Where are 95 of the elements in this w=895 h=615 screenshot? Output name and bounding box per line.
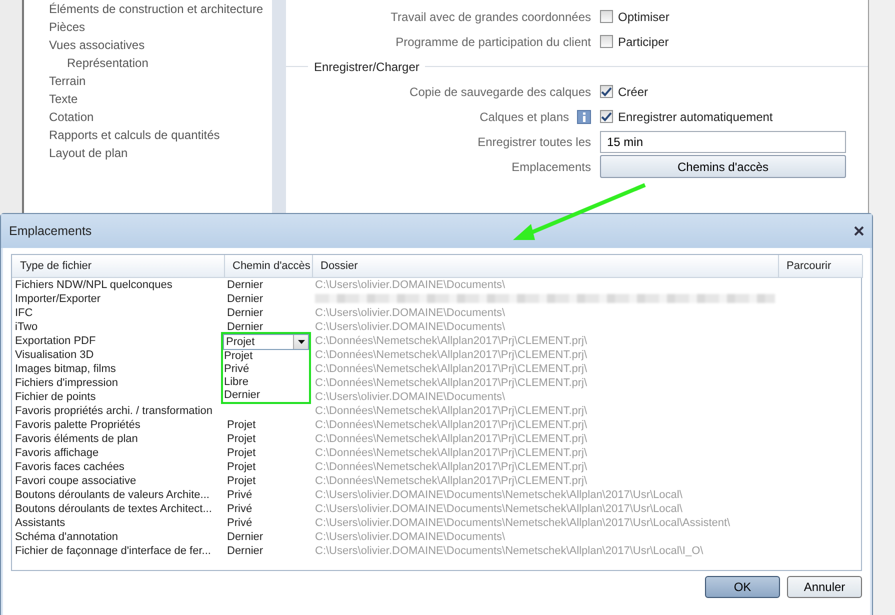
checkbox[interactable] (600, 110, 613, 123)
table-cell-text: Dernier (226, 320, 264, 334)
table-cell-text: Favoris éléments de plan (14, 432, 139, 446)
table-cell-text: Favoris affichage (14, 446, 100, 460)
tree-item[interactable]: Cotation (49, 108, 272, 126)
table-cell-text: Favoris faces cachées (14, 460, 126, 474)
table-cell-text: Favori coupe associative (14, 474, 138, 488)
cancel-button[interactable]: Annuler (787, 576, 862, 598)
tree-item[interactable]: Layout de plan (49, 144, 272, 162)
table-cell-text: Assistants (14, 516, 66, 530)
table-cell: C:\Users\olivier.DOMAINE\Documents\ (312, 277, 862, 292)
table-cell: Fichiers NDW/NPL quelconques (12, 277, 224, 292)
setting-label: Travail avec de grandes coordonnées (390, 8, 591, 26)
dropdown-field[interactable]: Projet (223, 334, 309, 350)
group-heading: Enregistrer/Charger (314, 58, 420, 76)
table-cell-text: C:\Users\olivier.DOMAINE\Documents\ (314, 320, 506, 334)
table-cell-text: C:\Données\Nemetschek\Allplan2017\Prj\CLEMENT.prj\ (314, 376, 588, 390)
column-header[interactable]: Dossier (312, 255, 778, 277)
table-cell-text: C:\Données\Nemetschek\Allplan2017\Prj\CLEMENT.prj\ (314, 432, 588, 446)
table-cell-text: Fichier de façonnage d'interface de fer... (14, 544, 212, 558)
table-cell-text: iTwo (14, 320, 39, 334)
column-header[interactable]: Parcourir (778, 255, 862, 277)
setting-label: Emplacements (512, 158, 591, 176)
table-cell-text: C:\Users\olivier.DOMAINE\Documents\Nemetschek\Allplan\2017\Usr\Local\ (314, 488, 684, 502)
checkbox-label[interactable]: Créer (618, 82, 648, 100)
tree-item[interactable]: Pièces (49, 18, 272, 36)
table-cell-text: Fichiers d'impression (14, 376, 119, 390)
table-cell-text: C:\Données\Nemetschek\Allplan2017\Prj\CLEMENT.prj\ (314, 404, 588, 418)
table-cell-text: C:\Données\Nemetschek\Allplan2017\Prj\CLEMENT.prj\ (314, 446, 588, 460)
tree-item[interactable]: Texte (49, 90, 272, 108)
ok-button[interactable]: OK (705, 576, 780, 598)
table-cell-text: Projet (226, 418, 257, 432)
checkbox-label[interactable]: Enregistrer automatiquement (618, 108, 773, 126)
table-cell-text: C:\Users\olivier.DOMAINE\Documents\Nemetschek\Allplan\2017\Usr\Local\ (314, 502, 684, 516)
table-cell-text: Projet (226, 432, 257, 446)
tree-item[interactable]: Représentation (49, 54, 272, 72)
column-header[interactable]: Type de fichier (12, 255, 224, 277)
dropdown-value: Projet (226, 334, 255, 348)
table-cell-text: C:\Users\olivier.DOMAINE\Documents\Nemetschek\Allplan\2017\Usr\Local\Assistent\ (314, 516, 732, 530)
checkbox-label[interactable]: Participer (618, 32, 669, 50)
table-cell-text: Privé (226, 502, 254, 516)
dialog-title: Emplacements (9, 222, 92, 240)
table-cell-text: Projet (226, 446, 257, 460)
dropdown-option[interactable]: Projet (223, 350, 309, 362)
setting-label: Copie de sauvegarde des calques (410, 84, 591, 100)
table-cell-text: Exportation PDF (14, 334, 97, 348)
table-cell-text: Images bitmap, films (14, 362, 117, 376)
table-cell-text: Boutons déroulants de valeurs Archite... (14, 488, 210, 502)
dropdown-option[interactable]: Libre (223, 376, 309, 388)
close-icon[interactable] (854, 226, 864, 236)
table-cell-text: Favoris propriétés archi. / transformation (14, 404, 214, 418)
table-cell-text: C:\Données\Nemetschek\Allplan2017\Prj\CLEMENT.prj\ (314, 418, 588, 432)
column-header[interactable]: Chemin d'accès (224, 255, 312, 277)
table-cell-text: C:\Données\Nemetschek\Allplan2017\Prj\CLEMENT.prj\ (314, 362, 588, 376)
table-cell-text: Boutons déroulants de textes Architect... (14, 502, 213, 516)
caret-icon (298, 340, 304, 344)
tree-item[interactable]: Vues associatives (49, 36, 272, 54)
table-cell-text: Schéma d'annotation (14, 530, 120, 544)
setting-label: Calques et plans (480, 108, 569, 126)
table-cell-text: C:\Données\Nemetschek\Allplan2017\Prj\CLEMENT.prj\ (314, 474, 588, 488)
checkbox[interactable] (600, 35, 613, 48)
table-cell-text: Projet (226, 474, 257, 488)
table-cell-text: Privé (226, 488, 254, 502)
table-cell-text: Privé (226, 516, 254, 530)
table-cell-text: Visualisation 3D (14, 348, 95, 362)
checkbox[interactable] (600, 85, 613, 98)
table-cell-text: Importer/Exporter (14, 292, 102, 306)
table-cell-text: C:\Users\olivier.DOMAINE\Documents\ (314, 530, 506, 544)
setting-label: Enregistrer toutes les (478, 134, 591, 150)
table-cell-text: C:\Données\Nemetschek\Allplan2017\Prj\CLEMENT.prj\ (314, 460, 588, 474)
table-cell-text: C:\Users\olivier.DOMAINE\Documents\Nemetschek\Allplan\2017\Usr\Local\I_O\ (314, 544, 704, 558)
table-cell-text: C:\Données\Nemetschek\Allplan2017\Prj\CLEMENT.prj\ (314, 334, 588, 348)
table-cell-text: C:\Users\olivier.DOMAINE\Documents\ (314, 390, 506, 404)
table-cell-text: C:\Users\olivier.DOMAINE\Documents\ (314, 306, 506, 320)
table-cell-text: Dernier (226, 306, 264, 320)
dropdown-option[interactable]: Dernier (223, 388, 309, 402)
interval-field[interactable]: 15 min (600, 130, 846, 152)
tree-item[interactable]: Terrain (49, 72, 272, 90)
table-cell-text: Dernier (226, 292, 264, 306)
tree-item[interactable]: Éléments de construction et architecture (49, 0, 272, 18)
tree-item[interactable]: Rapports et calculs de quantités (49, 126, 272, 144)
table-cell-text: Dernier (226, 544, 264, 558)
checkbox[interactable] (600, 10, 613, 23)
table-cell-text: Favoris palette Propriétés (14, 418, 142, 432)
setting-label: Programme de participation du client (396, 34, 591, 50)
table-cell-text: IFC (14, 306, 34, 320)
table-cell-text: Projet (226, 460, 257, 474)
dropdown-option[interactable]: Privé (223, 362, 309, 376)
paths-button[interactable]: Chemins d'accès (600, 155, 846, 178)
table-cell-text: Dernier (226, 530, 264, 544)
info-icon[interactable] (577, 110, 591, 124)
table-cell-text: Fichier de points (14, 390, 97, 404)
table-cell: Dernier (224, 277, 312, 292)
table-cell-text: C:\Données\Nemetschek\Allplan2017\Prj\CLEMENT.prj\ (314, 348, 588, 362)
checkbox-label[interactable]: Optimiser (618, 8, 670, 26)
